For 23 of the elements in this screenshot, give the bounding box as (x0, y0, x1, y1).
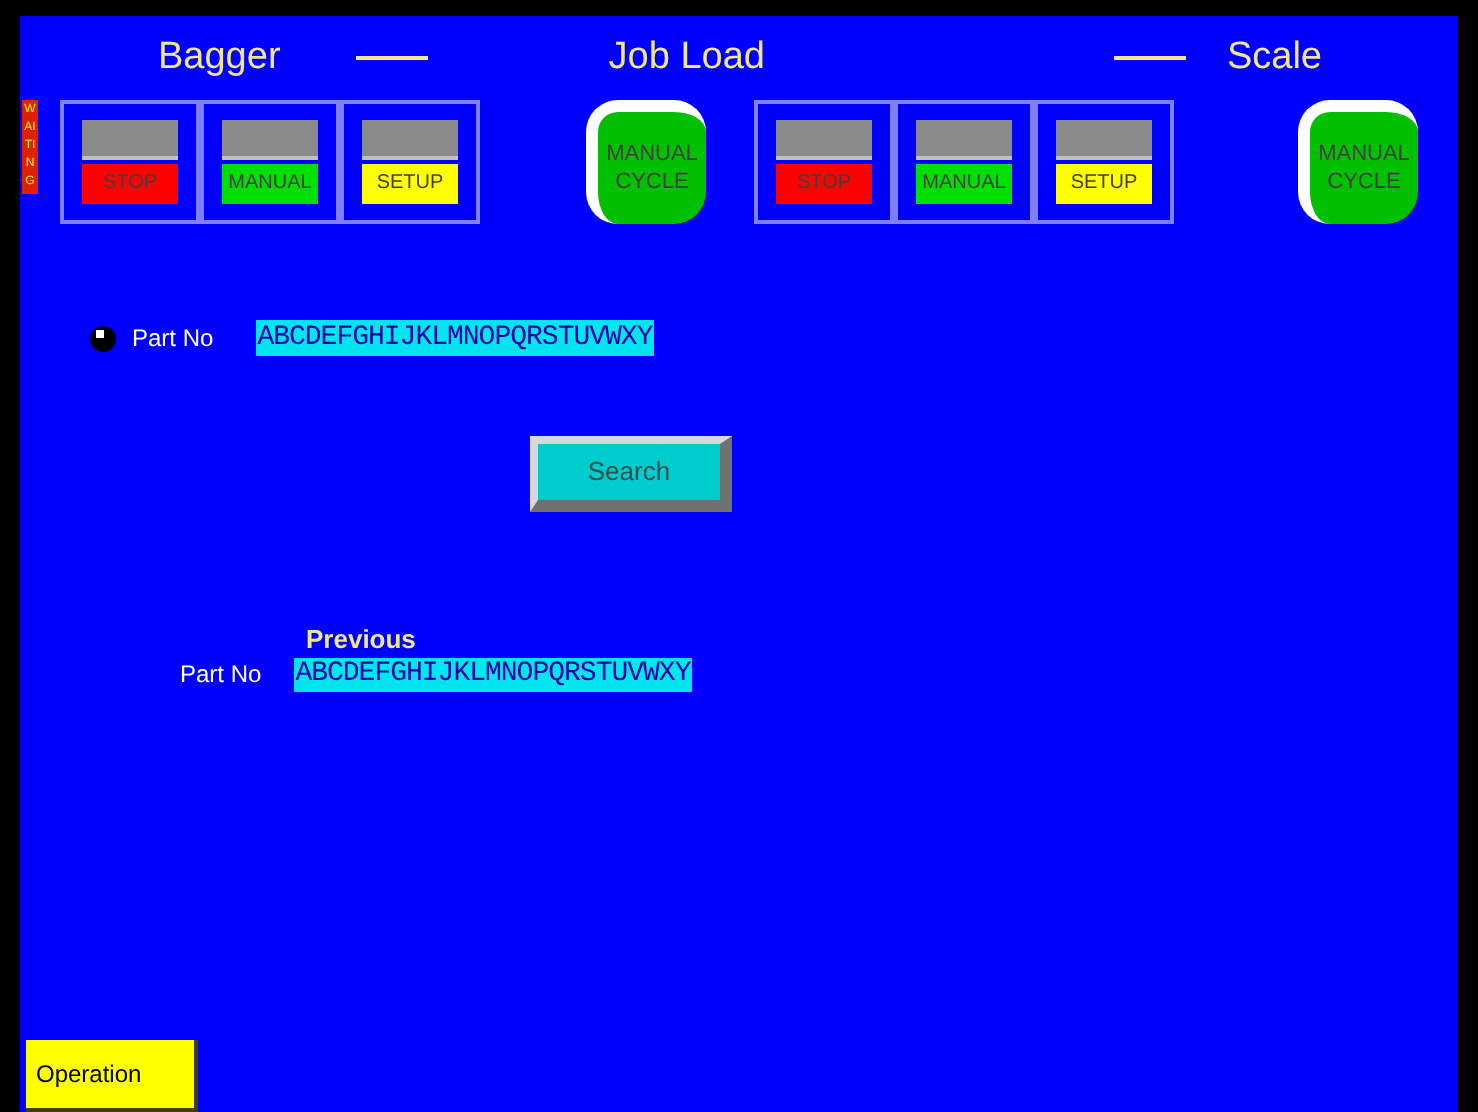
section-title: Scale (1226, 33, 1322, 82)
mode-button[interactable]: SETUP (362, 164, 458, 204)
search-button[interactable]: Search (530, 436, 732, 512)
manual-cycle-button[interactable]: MANUAL CYCLE (1298, 100, 1418, 224)
status-lamp-icon (90, 325, 116, 351)
previous-part-number-field: ABCDEFGHIJKLMNOPQRSTUVWXY (293, 657, 693, 691)
indicator-lamp (1056, 120, 1152, 160)
indicator-lamp (222, 120, 318, 160)
indicator-lamp (362, 120, 458, 160)
field-label: Part No (180, 658, 262, 692)
indicator-lamp (82, 120, 178, 160)
mode-button[interactable]: SETUP (1056, 164, 1152, 204)
section-title: Job Load (608, 33, 765, 82)
manual-cycle-button[interactable]: MANUAL CYCLE (586, 100, 706, 224)
previous-heading: Previous (306, 624, 418, 656)
indicator-lamp (776, 120, 872, 160)
indicator-lamp (916, 120, 1012, 160)
part-number-field[interactable]: ABCDEFGHIJKLMNOPQRSTUVWXY (255, 320, 655, 356)
mode-button[interactable]: MANUAL (222, 164, 318, 204)
field-label: Part No (132, 322, 214, 356)
operation-button[interactable]: Operation (26, 1040, 198, 1112)
section-title: Bagger (158, 33, 281, 82)
mode-button[interactable]: MANUAL (916, 164, 1012, 204)
